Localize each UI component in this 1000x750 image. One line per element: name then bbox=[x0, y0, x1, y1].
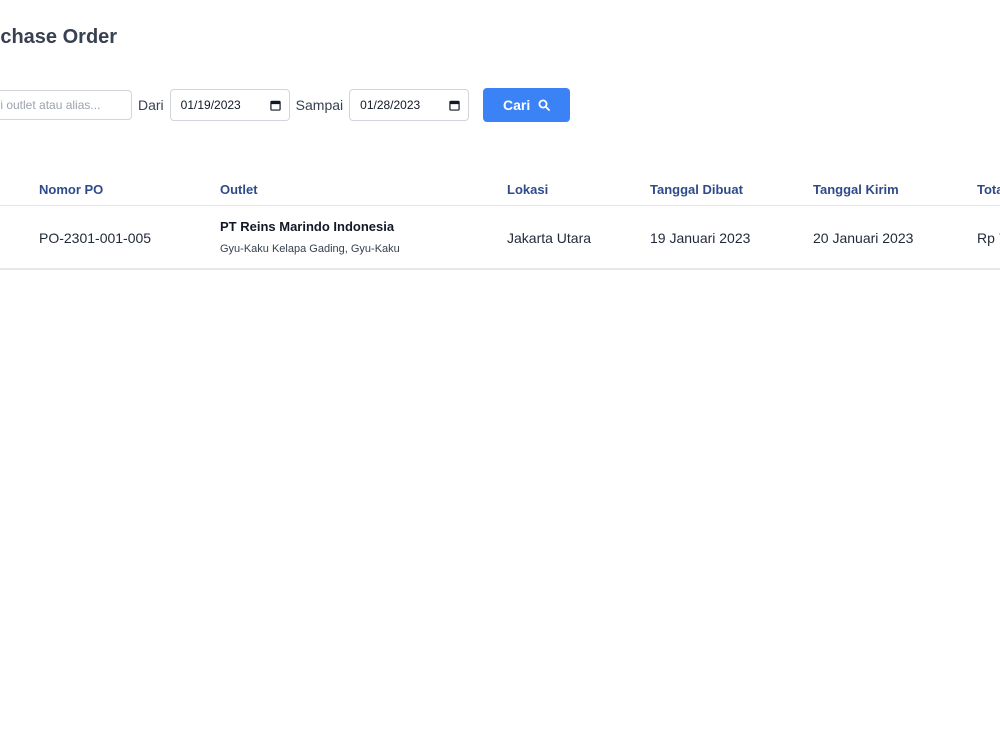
column-header-created-date[interactable]: Tanggal Dibuat bbox=[650, 182, 743, 197]
to-label: Sampai bbox=[295, 97, 344, 113]
calendar-icon[interactable] bbox=[449, 100, 460, 111]
search-input[interactable] bbox=[0, 90, 132, 120]
column-header-delivery-date[interactable]: Tanggal Kirim bbox=[813, 182, 899, 197]
search-button-label: Cari bbox=[503, 97, 531, 113]
to-date-value: 01/28/2023 bbox=[360, 98, 421, 112]
from-date-value: 01/19/2023 bbox=[180, 98, 241, 112]
outlet-detail-cell: Gyu-Kaku Kelapa Gading, Gyu-Kaku bbox=[220, 243, 400, 255]
column-header-outlet[interactable]: Outlet bbox=[220, 182, 258, 197]
search-icon bbox=[538, 99, 551, 111]
purchase-order-table: Nomor PO Outlet Lokasi Tanggal Dibuat Ta… bbox=[0, 170, 1000, 270]
to-date-field[interactable]: 01/28/2023 bbox=[349, 89, 470, 121]
po-number-cell[interactable]: PO-2301-001-005 bbox=[39, 230, 151, 246]
delivery-date-cell: 20 Januari 2023 bbox=[813, 230, 914, 246]
table-row[interactable]: PO-2301-001-005 PT Reins Marindo Indones… bbox=[0, 206, 1000, 270]
search-button[interactable]: Cari bbox=[483, 88, 571, 122]
filter-bar: Dari 01/19/2023 Sampai 01/28/2023 Cari bbox=[0, 88, 571, 122]
outlet-name-cell: PT Reins Marindo Indonesia bbox=[220, 219, 395, 234]
from-label: Dari bbox=[138, 97, 164, 113]
column-header-po-number[interactable]: Nomor PO bbox=[39, 182, 103, 197]
table-header: Nomor PO Outlet Lokasi Tanggal Dibuat Ta… bbox=[0, 170, 1000, 206]
column-header-total[interactable]: Total bbox=[977, 182, 1000, 197]
calendar-icon[interactable] bbox=[269, 100, 281, 111]
column-header-location[interactable]: Lokasi bbox=[507, 182, 548, 197]
from-date-field[interactable]: 01/19/2023 bbox=[169, 89, 290, 121]
created-date-cell: 19 Januari 2023 bbox=[650, 230, 751, 246]
total-cell: Rp 7 bbox=[977, 230, 1000, 246]
page-title: Purchase Order bbox=[0, 26, 118, 48]
purchase-order-page: Purchase Order Dari 01/19/2023 Sampai 01… bbox=[0, 0, 1000, 750]
location-cell: Jakarta Utara bbox=[507, 230, 592, 246]
